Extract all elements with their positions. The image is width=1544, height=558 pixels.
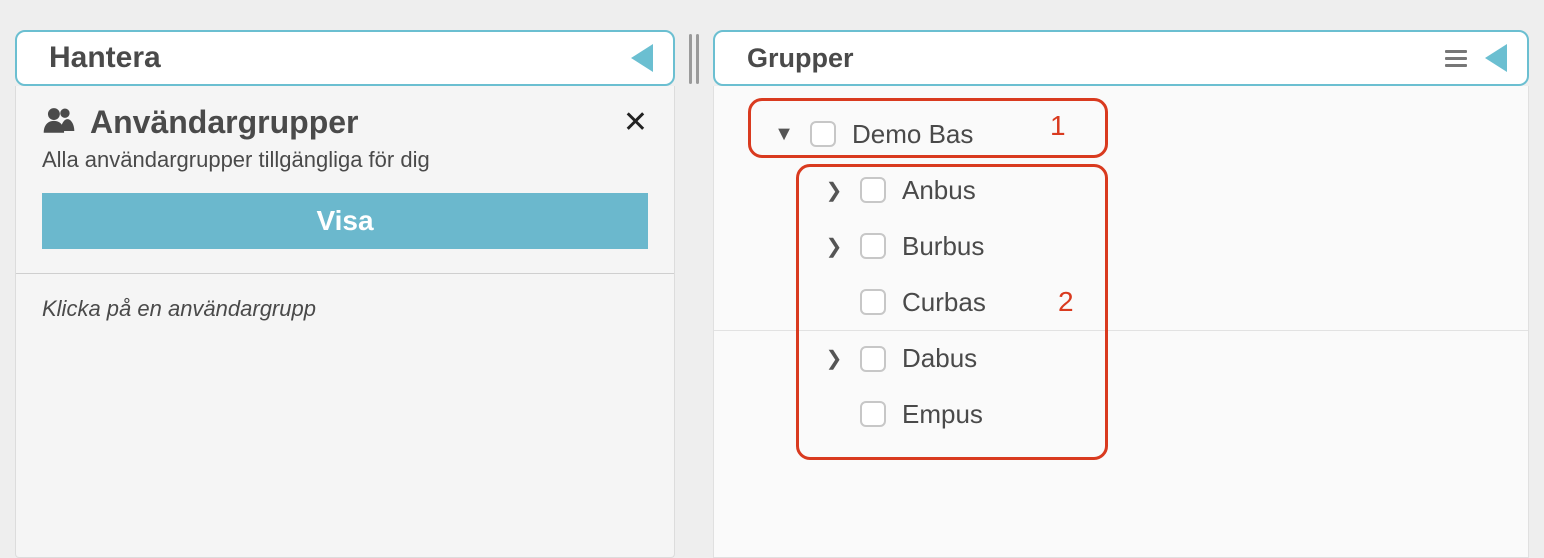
right-panel-title: Grupper: [747, 43, 854, 74]
left-panel-title: Hantera: [49, 41, 161, 75]
section-subtitle: Alla användargrupper tillgängliga för di…: [16, 141, 674, 193]
tree-label: Demo Bas: [852, 119, 973, 150]
checkbox[interactable]: [860, 401, 886, 427]
tree-label: Burbus: [902, 231, 984, 262]
group-tree: ▼ Demo Bas ❯ Anbus ❯ Burbus Curbas ❯: [714, 106, 1528, 442]
right-panel-header[interactable]: Grupper: [713, 30, 1529, 86]
left-panel-header[interactable]: Hantera: [15, 30, 675, 86]
chevron-right-icon[interactable]: ❯: [824, 346, 844, 371]
chevron-right-icon[interactable]: ❯: [824, 234, 844, 259]
collapse-left-icon[interactable]: [631, 44, 653, 72]
tree-item[interactable]: ❯ Dabus: [714, 330, 1528, 386]
tree-root[interactable]: ▼ Demo Bas: [714, 106, 1528, 162]
left-panel: Hantera Användargrupper ✕ Alla användarg…: [15, 30, 675, 558]
tree-item[interactable]: ❯ Burbus: [714, 218, 1528, 274]
tree-item[interactable]: Empus: [714, 386, 1528, 442]
chevron-right-icon[interactable]: ❯: [824, 178, 844, 203]
hint-text: Klicka på en användargrupp: [16, 274, 674, 344]
close-icon[interactable]: ✕: [623, 108, 648, 138]
collapse-right-icon[interactable]: [1485, 44, 1507, 72]
checkbox[interactable]: [860, 289, 886, 315]
tree-label: Empus: [902, 399, 983, 430]
checkbox[interactable]: [860, 177, 886, 203]
checkbox[interactable]: [860, 346, 886, 372]
tree-label: Curbas: [902, 287, 986, 318]
tree-label: Anbus: [902, 175, 976, 206]
chevron-down-icon[interactable]: ▼: [774, 123, 794, 146]
left-card: Användargrupper ✕ Alla användargrupper t…: [15, 86, 675, 558]
tree-container: 1 2 ▼ Demo Bas ❯ Anbus ❯ Burbus: [713, 86, 1529, 558]
hamburger-icon[interactable]: [1445, 50, 1467, 67]
users-icon: [42, 105, 76, 140]
section-title: Användargrupper: [90, 104, 358, 141]
right-panel: Grupper 1 2 ▼ Demo Bas ❯ Anbus ❯: [713, 30, 1529, 558]
tree-item[interactable]: ❯ Anbus: [714, 162, 1528, 218]
panel-splitter[interactable]: [687, 30, 701, 558]
tree-item[interactable]: Curbas: [714, 274, 1528, 330]
checkbox[interactable]: [860, 233, 886, 259]
section-head: Användargrupper ✕: [16, 86, 674, 141]
tree-label: Dabus: [902, 343, 977, 374]
visa-button[interactable]: Visa: [42, 193, 648, 249]
checkbox[interactable]: [810, 121, 836, 147]
